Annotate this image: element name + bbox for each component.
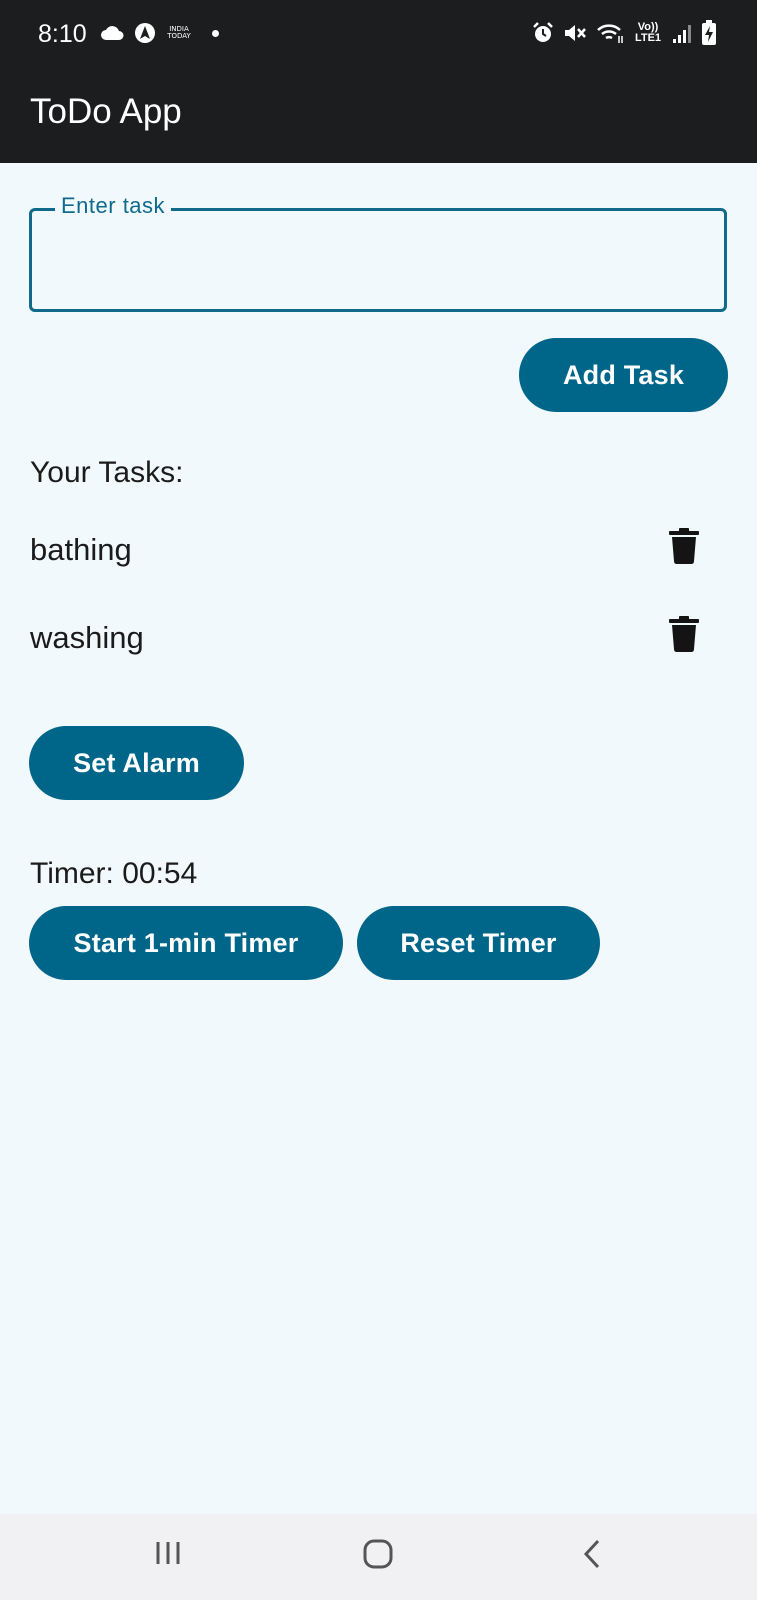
task-input-label: Enter task [55,193,172,219]
app-bar: ToDo App [0,70,757,163]
news-app-icon: INDIA TODAY [166,26,192,40]
task-text: washing [30,620,144,655]
set-alarm-button-label: Set Alarm [73,747,200,778]
trash-icon[interactable] [669,528,699,564]
mute-icon [565,25,586,41]
trash-icon[interactable] [669,616,699,652]
cloud-icon [101,26,124,40]
status-time: 8:10 [38,20,87,48]
task-row: washing [30,610,727,670]
reset-timer-button[interactable]: Reset Timer [357,906,600,980]
home-icon[interactable] [362,1538,394,1570]
wifi-icon [597,24,623,43]
notification-dot-icon [212,29,219,37]
reset-timer-button-label: Reset Timer [400,927,557,958]
task-input-field[interactable]: Enter task [29,193,727,312]
volte-line-2: LTE1 [634,32,662,44]
add-task-button[interactable]: Add Task [519,338,728,412]
recent-apps-icon[interactable] [153,1538,183,1568]
set-alarm-button[interactable]: Set Alarm [29,726,244,800]
volte-icon: Vo)) LTE1 [633,22,663,44]
start-timer-button[interactable]: Start 1-min Timer [29,906,343,980]
timer-label: Timer: 00:54 [30,857,198,890]
back-icon[interactable] [580,1538,604,1570]
status-bar: 8:10 INDIA TODAY Vo)) LTE1 [0,0,757,70]
status-left-icons: INDIA TODAY [100,22,219,44]
app-title: ToDo App [30,92,182,131]
news-icon-line-2: TODAY [167,32,191,40]
add-task-button-label: Add Task [562,359,685,390]
alarm-icon [533,22,553,42]
status-right-icons: Vo)) LTE1 [532,20,717,46]
tasks-heading: Your Tasks: [30,456,184,489]
battery-charging-icon [702,20,716,45]
navigation-bar [0,1514,757,1600]
task-text: bathing [30,532,132,567]
task-input[interactable] [48,231,712,293]
start-timer-button-label: Start 1-min Timer [73,927,299,958]
task-row: bathing [30,522,727,582]
navigation-app-icon [135,23,155,43]
signal-icon [673,25,691,43]
